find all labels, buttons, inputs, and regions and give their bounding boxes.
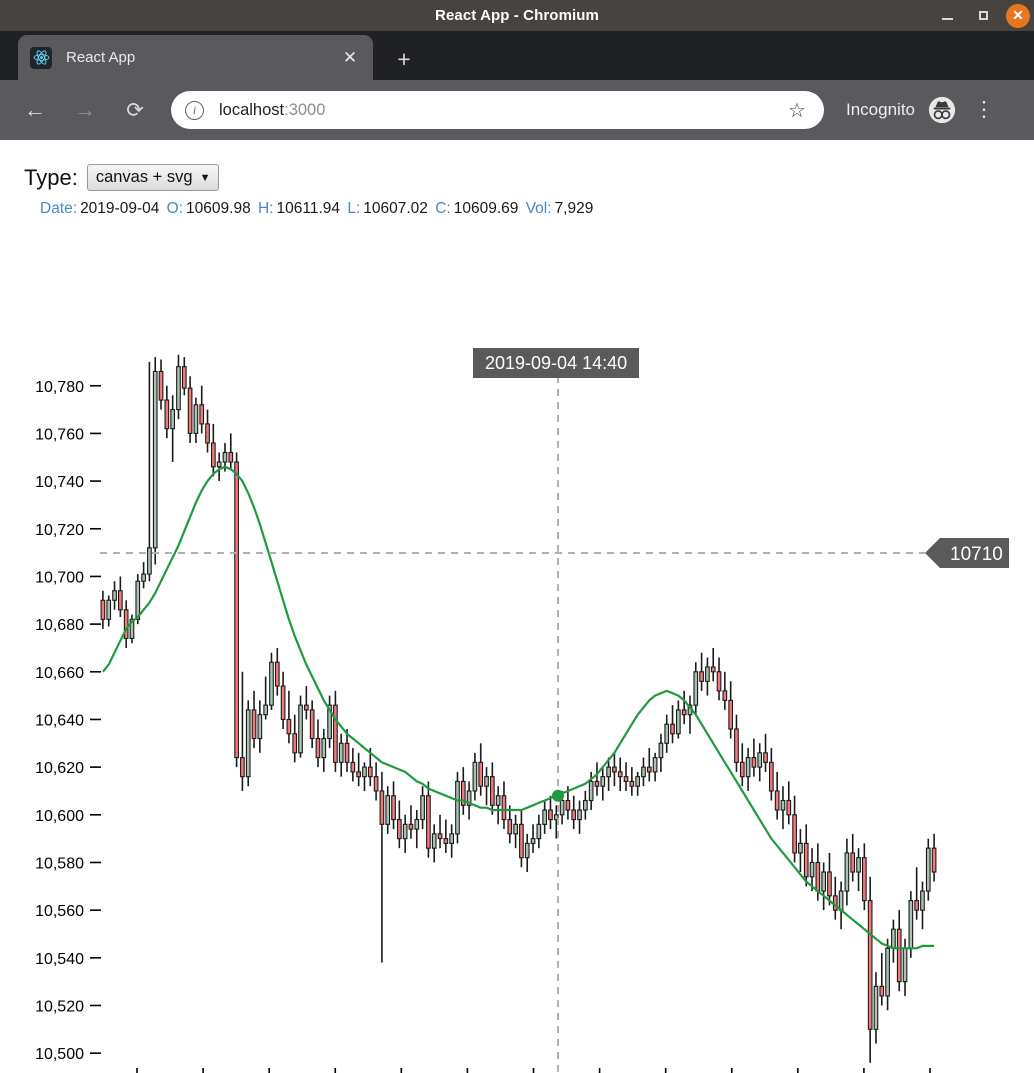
- moving-average-line: [102, 465, 935, 950]
- url-host: localhost: [219, 100, 285, 119]
- y-axis-tick-labels: 10,780 10,760 10,740 10,720 10,700 10,680 10,6…: [35, 379, 84, 1063]
- y-tick-label: 10,780: [35, 379, 84, 396]
- y-tick-label: 10,600: [35, 808, 84, 825]
- tab-react-app[interactable]: React App ✕: [18, 35, 373, 80]
- tab-title: React App: [66, 49, 136, 66]
- browser-menu-icon[interactable]: ⋮: [971, 99, 997, 120]
- minimize-button[interactable]: [934, 3, 960, 29]
- url-text: localhost:3000: [219, 101, 784, 120]
- close-icon: ✕: [1012, 7, 1024, 23]
- y-tick-label: 10,580: [35, 855, 84, 872]
- back-icon[interactable]: ←: [15, 90, 55, 130]
- maximize-icon: [978, 11, 988, 20]
- y-tick-label: 10,520: [35, 998, 84, 1015]
- y-tick-label: 10,640: [35, 712, 84, 729]
- browser-toolbar: ← → ⟳ i localhost:3000 ☆ Incognito ⋮: [0, 80, 1034, 140]
- chart-canvas[interactable]: 10,780 10,760 10,740 10,720 10,700 10,680 10,6…: [0, 140, 1034, 1073]
- minimize-icon: [941, 18, 953, 20]
- react-logo-icon: [30, 46, 52, 69]
- x-axis: [136, 1068, 931, 1073]
- new-tab-button[interactable]: +: [389, 45, 419, 75]
- y-tick-label: 10,740: [35, 474, 84, 491]
- url-port: :3000: [284, 100, 326, 119]
- incognito-icon: [925, 93, 959, 127]
- window-titlebar: React App - Chromium ✕: [0, 0, 1034, 31]
- window-title: React App - Chromium: [435, 7, 599, 24]
- candlestick-series: [100, 354, 937, 1063]
- crosshair-tooltip: 2019-09-04 14:40: [473, 348, 640, 378]
- incognito-label: Incognito: [846, 100, 915, 119]
- tab-close-icon[interactable]: ✕: [339, 48, 361, 68]
- close-button[interactable]: ✕: [1006, 3, 1030, 28]
- y-axis-tick-marks: [90, 384, 101, 1054]
- maximize-button[interactable]: [970, 3, 996, 29]
- page-content: Type: canvas + svg ▼ Date: 2019-09-04 O: 1…: [0, 140, 1034, 1073]
- y-tick-label: 10,700: [35, 569, 84, 586]
- y-tick-label: 10,660: [35, 665, 84, 682]
- address-bar[interactable]: i localhost:3000 ☆: [171, 91, 824, 129]
- y-tick-label: 10,760: [35, 426, 84, 443]
- y-tick-label: 10,560: [35, 903, 84, 920]
- y-tick-label: 10,500: [35, 1046, 84, 1063]
- forward-icon[interactable]: →: [65, 90, 105, 130]
- price-tag-label: 10710: [950, 544, 1003, 565]
- bookmark-star-icon[interactable]: ☆: [784, 98, 810, 123]
- window-controls: ✕: [934, 0, 1030, 31]
- reload-icon[interactable]: ⟳: [115, 90, 155, 130]
- price-tag: 10710: [925, 538, 1009, 568]
- tab-strip: React App ✕ +: [0, 31, 1034, 80]
- candlestick-chart[interactable]: 10,780 10,760 10,740 10,720 10,700 10,680 10,6…: [0, 140, 1034, 1073]
- y-tick-label: 10,720: [35, 522, 84, 539]
- site-info-icon[interactable]: i: [185, 100, 204, 120]
- y-tick-label: 10,620: [35, 760, 84, 777]
- y-tick-label: 10,680: [35, 617, 84, 634]
- y-tick-label: 10,540: [35, 951, 84, 968]
